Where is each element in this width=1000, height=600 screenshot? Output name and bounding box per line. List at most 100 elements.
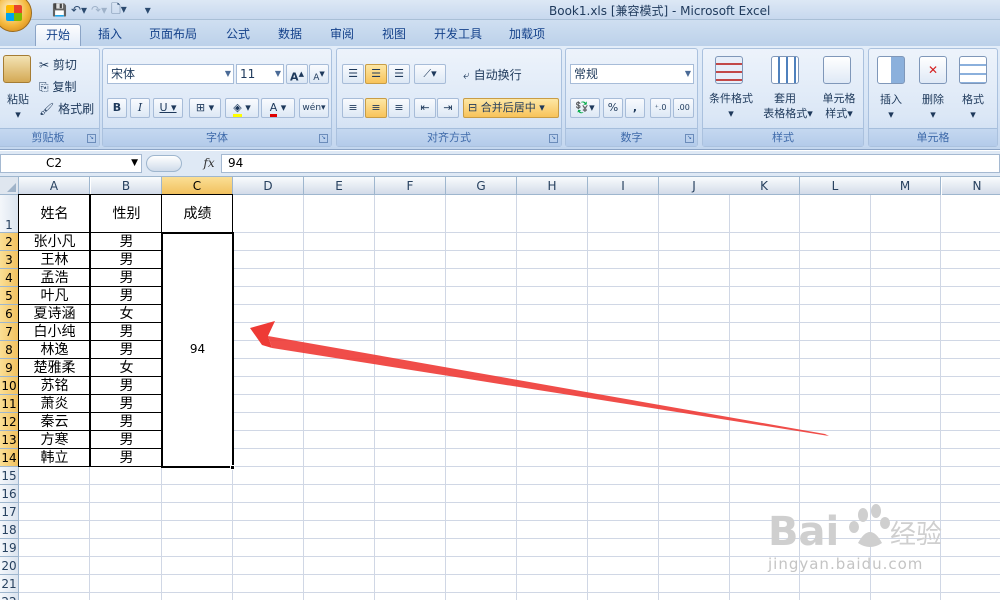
fill-handle[interactable] [230, 465, 235, 470]
cell-styles-icon[interactable] [823, 56, 851, 84]
alignment-launcher-icon[interactable]: ↘ [549, 134, 558, 143]
name-cell[interactable]: 孟浩 [19, 269, 90, 287]
row-header-4[interactable]: 4 [0, 269, 19, 287]
row-header-12[interactable]: 12 [0, 413, 19, 431]
column-header-b[interactable]: B [91, 177, 162, 195]
row-header-7[interactable]: 7 [0, 323, 19, 341]
row-header-8[interactable]: 8 [0, 341, 19, 359]
align-top-button[interactable]: ☰ [342, 64, 364, 84]
column-header-a[interactable]: A [19, 177, 90, 195]
chevron-down-icon[interactable]: ▼ [131, 155, 138, 172]
name-cell[interactable]: 叶凡 [19, 287, 90, 305]
row-header-1[interactable]: 1 [0, 195, 19, 233]
chevron-down-icon[interactable]: ▾ [915, 107, 951, 122]
name-cell[interactable]: 张小凡 [19, 233, 90, 251]
conditional-format-button[interactable]: 条件格式 [705, 91, 757, 106]
tab-home[interactable]: 开始 [35, 24, 81, 46]
row-header-19[interactable]: 19 [0, 539, 19, 557]
redo-icon[interactable]: ↷▾ [91, 3, 107, 17]
gender-cell[interactable]: 男 [91, 449, 162, 467]
delete-cells-button[interactable]: 删除 [915, 92, 951, 107]
customize-qat-icon[interactable]: ▾ [145, 3, 151, 17]
comma-style-button[interactable]: , [625, 98, 645, 118]
wrap-text-button[interactable]: ⤶ 自动换行 [463, 66, 522, 83]
table-format-icon[interactable] [771, 56, 799, 84]
formula-input[interactable]: 94 [221, 154, 1000, 173]
name-cell[interactable]: 王林 [19, 251, 90, 269]
tab-data[interactable]: 数据 [272, 24, 308, 46]
gender-cell[interactable]: 男 [91, 413, 162, 431]
gender-cell[interactable]: 男 [91, 431, 162, 449]
merge-center-button[interactable]: ⊟ 合并后居中 ▾ [463, 98, 559, 118]
row-header-2[interactable]: 2 [0, 233, 19, 251]
tab-addins[interactable]: 加载项 [503, 24, 551, 46]
shrink-font-button[interactable]: A▼ [309, 64, 329, 84]
row-header-20[interactable]: 20 [0, 557, 19, 575]
chevron-down-icon[interactable]: ▾ [955, 107, 991, 122]
tab-formulas[interactable]: 公式 [220, 24, 256, 46]
row-header-22[interactable]: 22 [0, 593, 19, 600]
table-header-cell[interactable]: 成绩 [162, 195, 233, 233]
column-header-j[interactable]: J [659, 177, 730, 195]
row-header-6[interactable]: 6 [0, 305, 19, 323]
row-header-5[interactable]: 5 [0, 287, 19, 305]
cell-styles-button-line1[interactable]: 单元格 [817, 91, 861, 106]
tab-view[interactable]: 视图 [376, 24, 412, 46]
bold-button[interactable]: B [107, 98, 127, 118]
column-header-h[interactable]: H [517, 177, 588, 195]
gender-cell[interactable]: 男 [91, 341, 162, 359]
tab-review[interactable]: 审阅 [324, 24, 360, 46]
align-right-button[interactable]: ≡ [388, 98, 410, 118]
row-header-21[interactable]: 21 [0, 575, 19, 593]
percent-style-button[interactable]: % [603, 98, 623, 118]
format-cells-button[interactable]: 格式 [955, 92, 991, 107]
tab-insert[interactable]: 插入 [92, 24, 128, 46]
column-header-e[interactable]: E [304, 177, 375, 195]
name-cell[interactable]: 林逸 [19, 341, 90, 359]
italic-button[interactable]: I [130, 98, 150, 118]
chevron-down-icon[interactable]: ▾ [873, 107, 909, 122]
format-cells-icon[interactable] [959, 56, 987, 84]
copy-button[interactable]: ⎘ 复制 [39, 78, 76, 95]
conditional-format-icon[interactable] [715, 56, 743, 84]
delete-cells-icon[interactable]: ✕ [919, 56, 947, 84]
accounting-format-button[interactable]: 💱▾ [570, 98, 600, 118]
fill-color-button[interactable]: ◈ ▾ [225, 98, 259, 118]
row-header-15[interactable]: 15 [0, 467, 19, 485]
grow-font-button[interactable]: A▲ [286, 64, 308, 84]
row-header-16[interactable]: 16 [0, 485, 19, 503]
name-cell[interactable]: 韩立 [19, 449, 90, 467]
print-preview-icon[interactable]: 🗋▾ [111, 0, 127, 21]
save-icon[interactable]: 💾 [52, 3, 67, 17]
column-header-g[interactable]: G [446, 177, 517, 195]
name-cell[interactable]: 秦云 [19, 413, 90, 431]
row-header-14[interactable]: 14 [0, 449, 19, 467]
increase-decimal-button[interactable]: ⁺.0 [650, 98, 671, 118]
table-header-cell[interactable]: 性别 [91, 195, 162, 233]
gender-cell[interactable]: 男 [91, 233, 162, 251]
column-header-l[interactable]: L [800, 177, 871, 195]
select-all-button[interactable] [0, 177, 19, 195]
paste-button[interactable]: 粘贴 [1, 92, 35, 107]
insert-function-icon[interactable]: fx [198, 154, 220, 173]
name-cell[interactable]: 萧炎 [19, 395, 90, 413]
number-format-combo[interactable]: 常规 ▼ [570, 64, 694, 84]
name-cell[interactable]: 方寒 [19, 431, 90, 449]
number-launcher-icon[interactable]: ↘ [685, 134, 694, 143]
name-cell[interactable]: 夏诗涵 [19, 305, 90, 323]
insert-cells-button[interactable]: 插入 [873, 92, 909, 107]
row-header-13[interactable]: 13 [0, 431, 19, 449]
decrease-decimal-button[interactable]: .00 [673, 98, 694, 118]
gender-cell[interactable]: 男 [91, 251, 162, 269]
paste-icon[interactable] [3, 55, 31, 83]
tab-developer[interactable]: 开发工具 [428, 24, 488, 46]
cell-styles-button-line2[interactable]: 样式▾ [817, 106, 861, 121]
gender-cell[interactable]: 男 [91, 323, 162, 341]
column-header-k[interactable]: K [729, 177, 800, 195]
align-middle-button[interactable]: ☰ [365, 64, 387, 84]
name-cell[interactable]: 楚雅柔 [19, 359, 90, 377]
merged-score-cell[interactable]: 94 [161, 232, 234, 468]
decrease-indent-button[interactable]: ⇤ [414, 98, 436, 118]
underline-button[interactable]: U ▾ [153, 98, 183, 118]
row-header-11[interactable]: 11 [0, 395, 19, 413]
